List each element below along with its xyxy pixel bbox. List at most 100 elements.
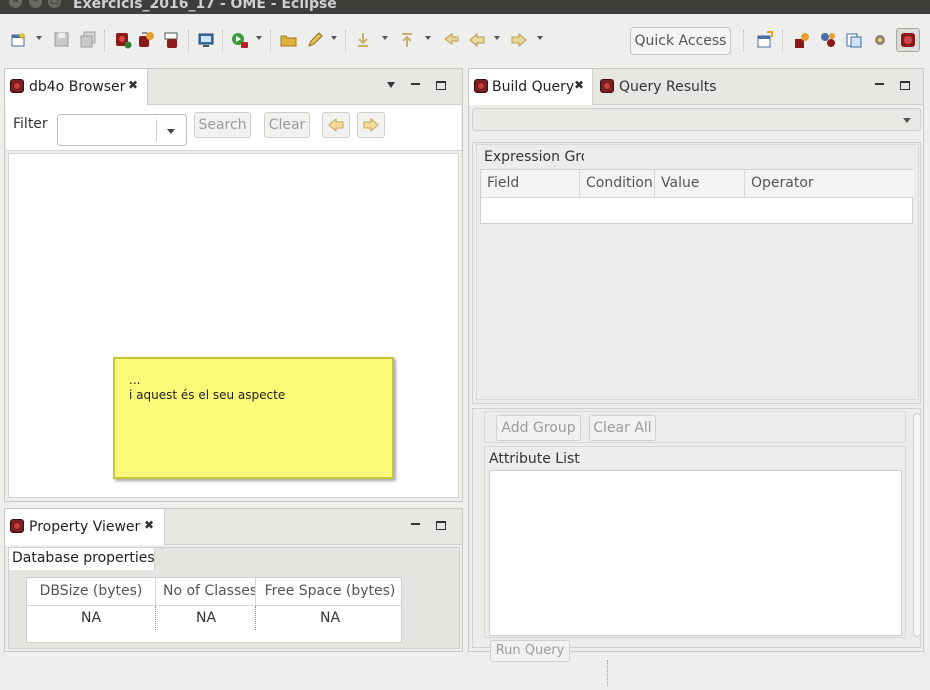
open-folder-icon[interactable] bbox=[280, 31, 298, 49]
perspective-debug-icon[interactable] bbox=[819, 31, 837, 49]
tab-label: Property Viewer bbox=[29, 519, 141, 535]
maximize-icon[interactable] bbox=[900, 81, 910, 90]
window-title: Exercicis_2016_17 - OME - Eclipse bbox=[73, 0, 337, 12]
close-tab-icon[interactable]: ✖ bbox=[128, 78, 138, 92]
next-annotation-dropdown-icon[interactable] bbox=[382, 36, 388, 40]
view-menu-icon[interactable] bbox=[387, 82, 395, 88]
note-line-1: ... bbox=[129, 373, 141, 387]
search-button[interactable]: Search bbox=[194, 112, 251, 138]
run-query-button[interactable]: Run Query bbox=[490, 640, 570, 662]
properties-table: DBSize (bytes) No of Classes Free Space … bbox=[26, 577, 403, 643]
db-connect-icon[interactable] bbox=[114, 31, 132, 49]
expression-group-area: Expression Group Field Condition Value O… bbox=[472, 142, 921, 404]
table-row: NA NA NA bbox=[27, 606, 403, 630]
tab-label: db4o Browser bbox=[29, 79, 126, 95]
save-icon[interactable] bbox=[53, 31, 71, 49]
column-header-dbsize[interactable]: DBSize (bytes) bbox=[27, 578, 156, 606]
column-header-field[interactable]: Field bbox=[481, 170, 580, 198]
classes-value: NA bbox=[157, 606, 256, 630]
tab-label: Query Results bbox=[619, 79, 717, 95]
pen-icon[interactable] bbox=[306, 31, 324, 49]
history-forward-button[interactable] bbox=[357, 112, 385, 138]
main-toolbar: Quick Access bbox=[0, 14, 930, 66]
title-bar: ✕ – □ Exercicis_2016_17 - OME - Eclipse bbox=[0, 0, 930, 14]
perspective-db-icon[interactable] bbox=[793, 31, 811, 49]
new-dropdown-icon[interactable] bbox=[36, 36, 42, 40]
close-tab-icon[interactable]: ✖ bbox=[144, 518, 154, 532]
column-header-condition[interactable]: Condition bbox=[580, 170, 655, 198]
maximize-icon[interactable] bbox=[436, 521, 446, 530]
db4o-browser-tabbar: db4o Browser ✖ bbox=[5, 69, 462, 105]
query-controls-area: Add Group Clear All Attribute List Run Q… bbox=[472, 408, 921, 662]
last-edit-icon[interactable] bbox=[442, 31, 460, 49]
note-line-2: i aquest és el seu aspecte bbox=[129, 388, 286, 402]
new-wizard-icon[interactable] bbox=[10, 31, 28, 49]
tab-property-viewer[interactable]: Property Viewer ✖ bbox=[5, 509, 165, 545]
tab-build-query[interactable]: Build Query ✖ bbox=[469, 69, 593, 105]
perspective-resource-icon[interactable] bbox=[845, 31, 863, 49]
vertical-scrollbar[interactable] bbox=[913, 413, 921, 637]
db-query-icon[interactable] bbox=[163, 31, 181, 49]
chevron-down-icon[interactable] bbox=[167, 129, 175, 134]
run-icon[interactable] bbox=[231, 31, 249, 49]
database-properties-area: Database properties DBSize (bytes) No of… bbox=[8, 547, 460, 649]
status-separator bbox=[607, 660, 608, 686]
column-header-free-space[interactable]: Free Space (bytes) bbox=[257, 578, 403, 606]
pen-dropdown-icon[interactable] bbox=[331, 36, 337, 40]
column-header-operator[interactable]: Operator bbox=[745, 170, 914, 198]
filter-bar: Filter Search Clear bbox=[6, 105, 461, 151]
arrow-right-icon bbox=[363, 117, 379, 133]
add-group-button[interactable]: Add Group bbox=[496, 415, 581, 441]
db4o-icon bbox=[10, 79, 24, 93]
db4o-icon bbox=[600, 79, 614, 93]
clear-all-button[interactable]: Clear All bbox=[589, 415, 656, 441]
perspective-ome-icon[interactable] bbox=[896, 28, 920, 52]
history-back-button[interactable] bbox=[322, 112, 350, 138]
attribute-list-label: Attribute List bbox=[489, 451, 580, 467]
forward-dropdown-icon[interactable] bbox=[537, 36, 543, 40]
open-perspective-icon[interactable] bbox=[756, 31, 774, 49]
build-query-panel: Build Query ✖ Query Results Expression G… bbox=[468, 68, 924, 662]
next-annotation-icon[interactable] bbox=[354, 31, 372, 49]
minimize-icon[interactable] bbox=[411, 523, 420, 525]
sticky-note: ... i aquest és el seu aspecte bbox=[113, 357, 394, 479]
close-window-icon[interactable]: ✕ bbox=[9, 0, 22, 8]
close-tab-icon[interactable]: ✖ bbox=[574, 78, 584, 92]
attribute-list-group: Attribute List bbox=[484, 446, 906, 638]
maximize-icon[interactable] bbox=[436, 81, 446, 90]
minimize-icon[interactable] bbox=[411, 83, 420, 85]
dbsize-value: NA bbox=[27, 606, 156, 630]
run-dropdown-icon[interactable] bbox=[256, 36, 262, 40]
minimize-window-icon[interactable]: – bbox=[29, 0, 42, 8]
db4o-icon bbox=[474, 79, 488, 93]
column-header-value[interactable]: Value bbox=[655, 170, 745, 198]
db-manage-icon[interactable] bbox=[138, 31, 156, 49]
expression-table: Field Condition Value Operator bbox=[480, 169, 914, 224]
prev-annotation-icon[interactable] bbox=[398, 31, 416, 49]
perspective-team-icon[interactable] bbox=[871, 31, 889, 49]
prev-annotation-dropdown-icon[interactable] bbox=[425, 36, 431, 40]
minimize-icon[interactable] bbox=[875, 83, 884, 85]
query-class-combo[interactable] bbox=[472, 108, 921, 131]
tab-query-results[interactable]: Query Results bbox=[599, 69, 739, 105]
back-dropdown-icon[interactable] bbox=[494, 36, 500, 40]
console-icon[interactable] bbox=[197, 31, 215, 49]
subtab-label: Database properties bbox=[12, 550, 155, 566]
back-icon[interactable] bbox=[468, 31, 486, 49]
clear-button[interactable]: Clear bbox=[264, 112, 310, 138]
attribute-list[interactable] bbox=[489, 470, 902, 636]
column-header-classes[interactable]: No of Classes bbox=[157, 578, 256, 606]
free-space-value: NA bbox=[319, 610, 341, 626]
note-text: ... i aquest és el seu aspecte bbox=[129, 373, 285, 403]
forward-icon[interactable] bbox=[510, 31, 528, 49]
maximize-window-icon[interactable]: □ bbox=[48, 0, 61, 8]
expression-group-label: Expression Group bbox=[484, 149, 584, 165]
save-all-icon[interactable] bbox=[80, 31, 98, 49]
property-viewer-tabbar: Property Viewer ✖ bbox=[5, 509, 462, 545]
quick-access-field[interactable]: Quick Access bbox=[630, 27, 731, 55]
filter-combo[interactable] bbox=[57, 114, 187, 146]
tab-db4o-browser[interactable]: db4o Browser ✖ bbox=[5, 69, 148, 105]
filter-label: Filter bbox=[13, 116, 48, 132]
tab-database-properties[interactable]: Database properties bbox=[9, 548, 155, 570]
chevron-down-icon[interactable] bbox=[903, 118, 911, 123]
